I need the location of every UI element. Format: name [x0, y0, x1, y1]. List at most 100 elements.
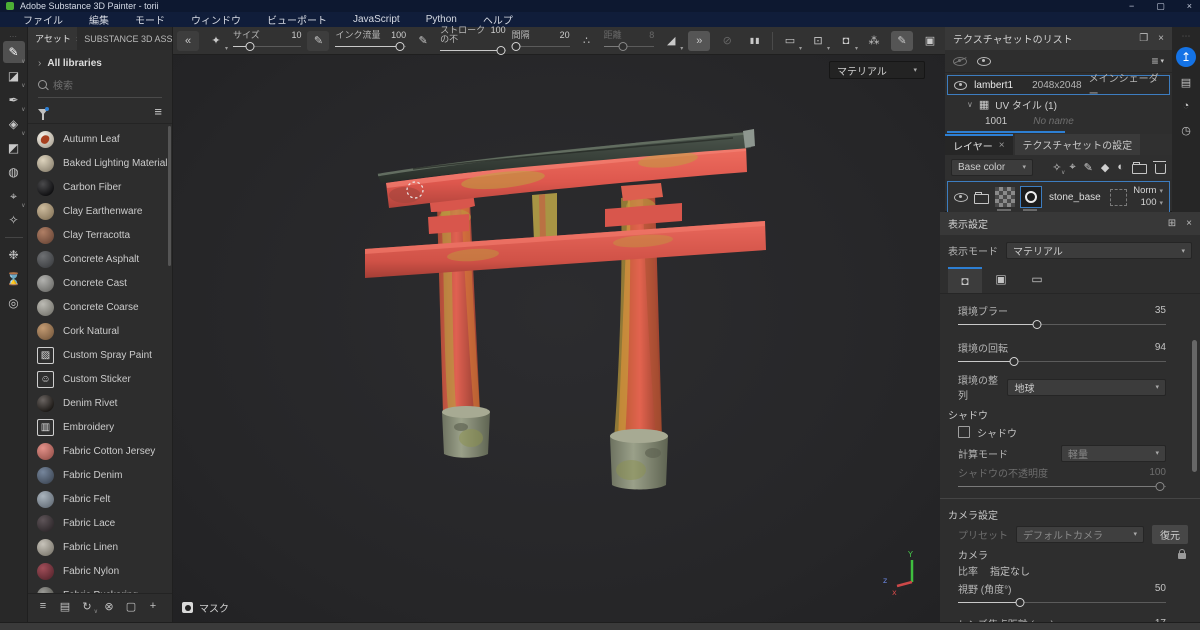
paint-mode-icon[interactable]: ✎: [891, 31, 913, 51]
eye-icon[interactable]: [954, 193, 968, 202]
asset-item[interactable]: Clay Terracotta: [28, 223, 172, 247]
mask-toggle[interactable]: マスク: [182, 600, 229, 615]
shadow-opacity-slider[interactable]: [958, 482, 1166, 491]
menu-item[interactable]: ウィンドウ: [178, 12, 254, 27]
add-smart-material-icon[interactable]: ◐: [1117, 161, 1124, 173]
stroke-opacity-slider[interactable]: [440, 46, 505, 55]
new-smart-material-icon[interactable]: ▢: [122, 597, 140, 615]
2d-view-icon[interactable]: ▭▾: [779, 31, 801, 51]
reset-camera-button[interactable]: 復元: [1152, 525, 1188, 544]
asset-item[interactable]: Carbon Fiber: [28, 175, 172, 199]
3d-view-icon[interactable]: ⊡▾: [807, 31, 829, 51]
layer-mask-thumbnail[interactable]: [995, 187, 1015, 207]
asset-item[interactable]: Concrete Coarse: [28, 295, 172, 319]
physical-brush-icon[interactable]: ✎: [307, 31, 329, 51]
asset-item[interactable]: ▨Custom Spray Paint: [28, 343, 172, 367]
display-panel-scrollbar[interactable]: [1192, 340, 1197, 472]
folder-icon[interactable]: [974, 194, 989, 204]
axis-gizmo[interactable]: Y x z: [883, 550, 913, 597]
camera-preset-dropdown[interactable]: デフォルトカメラ ▾: [1016, 526, 1144, 543]
stroke-brush-icon[interactable]: ✎: [412, 31, 434, 51]
blend-mode-dropdown[interactable]: Norm▾: [1133, 186, 1163, 197]
share-button-icon[interactable]: ↥: [1176, 47, 1196, 67]
paint-brush-tool-icon[interactable]: ✎∨: [3, 41, 25, 63]
add-effect-icon[interactable]: ✧∨: [1052, 161, 1061, 174]
resources-tool-icon[interactable]: ◎: [3, 292, 25, 314]
shadows-checkbox[interactable]: [958, 426, 970, 438]
tab-environment-settings[interactable]: ◘: [948, 267, 982, 293]
close-button[interactable]: ×: [1187, 0, 1192, 12]
asset-item[interactable]: Fabric Nylon: [28, 559, 172, 583]
tab-camera-settings[interactable]: ▣: [984, 267, 1018, 291]
clone-stamp-tool-icon[interactable]: ⌖∨: [3, 185, 25, 207]
dock-panel-icon[interactable]: ⊞: [1168, 218, 1176, 229]
tab-substance-3d-assets[interactable]: SUBSTANCE 3D ASSETS: [77, 27, 172, 50]
spacing-control[interactable]: 間隔20: [512, 31, 570, 51]
asset-item[interactable]: Autumn Leaf: [28, 127, 172, 151]
asset-item[interactable]: ▥Embroidery: [28, 415, 172, 439]
asset-item[interactable]: Concrete Cast: [28, 271, 172, 295]
maximize-button[interactable]: ▢: [1156, 0, 1165, 12]
spray-mode-icon[interactable]: ⁂: [863, 31, 885, 51]
float-panel-icon[interactable]: ❐: [1139, 33, 1148, 44]
tab-texture-set-settings[interactable]: テクスチャセットの設定: [1015, 134, 1141, 155]
history-panel-icon[interactable]: ◷: [1177, 121, 1195, 139]
spacing-slider[interactable]: [512, 42, 570, 51]
env-blur-slider[interactable]: [958, 320, 1166, 329]
strip-drag-handle[interactable]: ⋯: [9, 32, 18, 40]
add-paint-layer-icon[interactable]: ✎: [1084, 161, 1093, 174]
layer-row-stone-base[interactable]: stone_base Norm▾ 100▾: [947, 181, 1170, 213]
menu-item[interactable]: ファイル: [10, 12, 76, 27]
stroke-opacity-control[interactable]: ストロークの不100: [440, 26, 505, 55]
close-panel-icon[interactable]: ×: [1158, 33, 1164, 44]
import-resources-icon[interactable]: ≡: [34, 597, 52, 615]
projection-tool-icon[interactable]: ✒∨: [3, 89, 25, 111]
menu-item[interactable]: モード: [122, 12, 178, 27]
scatter-dots-icon[interactable]: ∴: [576, 31, 598, 51]
refresh-shelf-icon[interactable]: ↻∨: [78, 597, 96, 615]
size-slider[interactable]: [233, 42, 301, 51]
bake-tool-icon[interactable]: ⌛: [3, 268, 25, 290]
asset-item[interactable]: Clay Earthenware: [28, 199, 172, 223]
minimize-button[interactable]: −: [1129, 0, 1134, 12]
all-libraries-row[interactable]: › All libraries: [28, 50, 172, 75]
distance-slider[interactable]: [604, 42, 655, 51]
lock-icon[interactable]: [1178, 553, 1186, 559]
material-picker-tool-icon[interactable]: ✧: [3, 209, 25, 231]
asset-item[interactable]: Concrete Asphalt: [28, 247, 172, 271]
channel-dropdown[interactable]: Base color ▾: [951, 159, 1033, 176]
eye-icon[interactable]: [954, 81, 967, 90]
asset-item[interactable]: Baked Lighting Material: [28, 151, 172, 175]
asset-item[interactable]: Fabric Linen: [28, 535, 172, 559]
add-folder-icon[interactable]: [1132, 164, 1147, 174]
clear-filters-icon[interactable]: ⊗: [100, 597, 118, 615]
compute-mode-dropdown[interactable]: 軽量 ▾: [1061, 445, 1166, 462]
brush-preset-icon[interactable]: ✦▾: [205, 31, 227, 51]
substance-share-icon[interactable]: ◔: [1177, 97, 1195, 115]
uv-tile-row[interactable]: 1001 No name: [945, 113, 1172, 129]
asset-item[interactable]: Fabric Cotton Jersey: [28, 439, 172, 463]
texture-set-row[interactable]: lambert1 2048x2048 メインシェーダー: [947, 75, 1170, 95]
symmetry-off-icon[interactable]: ⊘: [716, 31, 738, 51]
close-panel-icon[interactable]: ×: [1186, 218, 1192, 229]
asset-item[interactable]: ☺Custom Sticker: [28, 367, 172, 391]
polygon-fill-tool-icon[interactable]: ◈∨: [3, 113, 25, 135]
delete-layer-icon[interactable]: [1155, 164, 1166, 174]
list-view-icon[interactable]: ≡: [154, 104, 162, 119]
eye-icon[interactable]: [977, 57, 991, 66]
menu-item[interactable]: ビューポート: [254, 12, 340, 27]
env-rotation-slider[interactable]: [958, 357, 1166, 366]
tab-close-icon[interactable]: ×: [999, 140, 1005, 151]
tab-viewport-settings[interactable]: ▭: [1020, 267, 1054, 291]
menu-item[interactable]: Python: [413, 14, 470, 25]
eraser-tool-icon[interactable]: ◪∨: [3, 65, 25, 87]
asset-item[interactable]: Denim Rivet: [28, 391, 172, 415]
asset-item[interactable]: Fabric Denim: [28, 463, 172, 487]
search-input[interactable]: 検索: [38, 77, 162, 98]
size-control[interactable]: サイズ10: [233, 31, 301, 51]
resources-updater-icon[interactable]: ▤: [56, 597, 74, 615]
list-options-icon[interactable]: ≡: [1151, 54, 1158, 68]
screenshot-icon[interactable]: ▣: [919, 31, 941, 51]
news-panel-icon[interactable]: ▤: [1177, 73, 1195, 91]
smudge-tool-icon[interactable]: ◍: [3, 161, 25, 183]
